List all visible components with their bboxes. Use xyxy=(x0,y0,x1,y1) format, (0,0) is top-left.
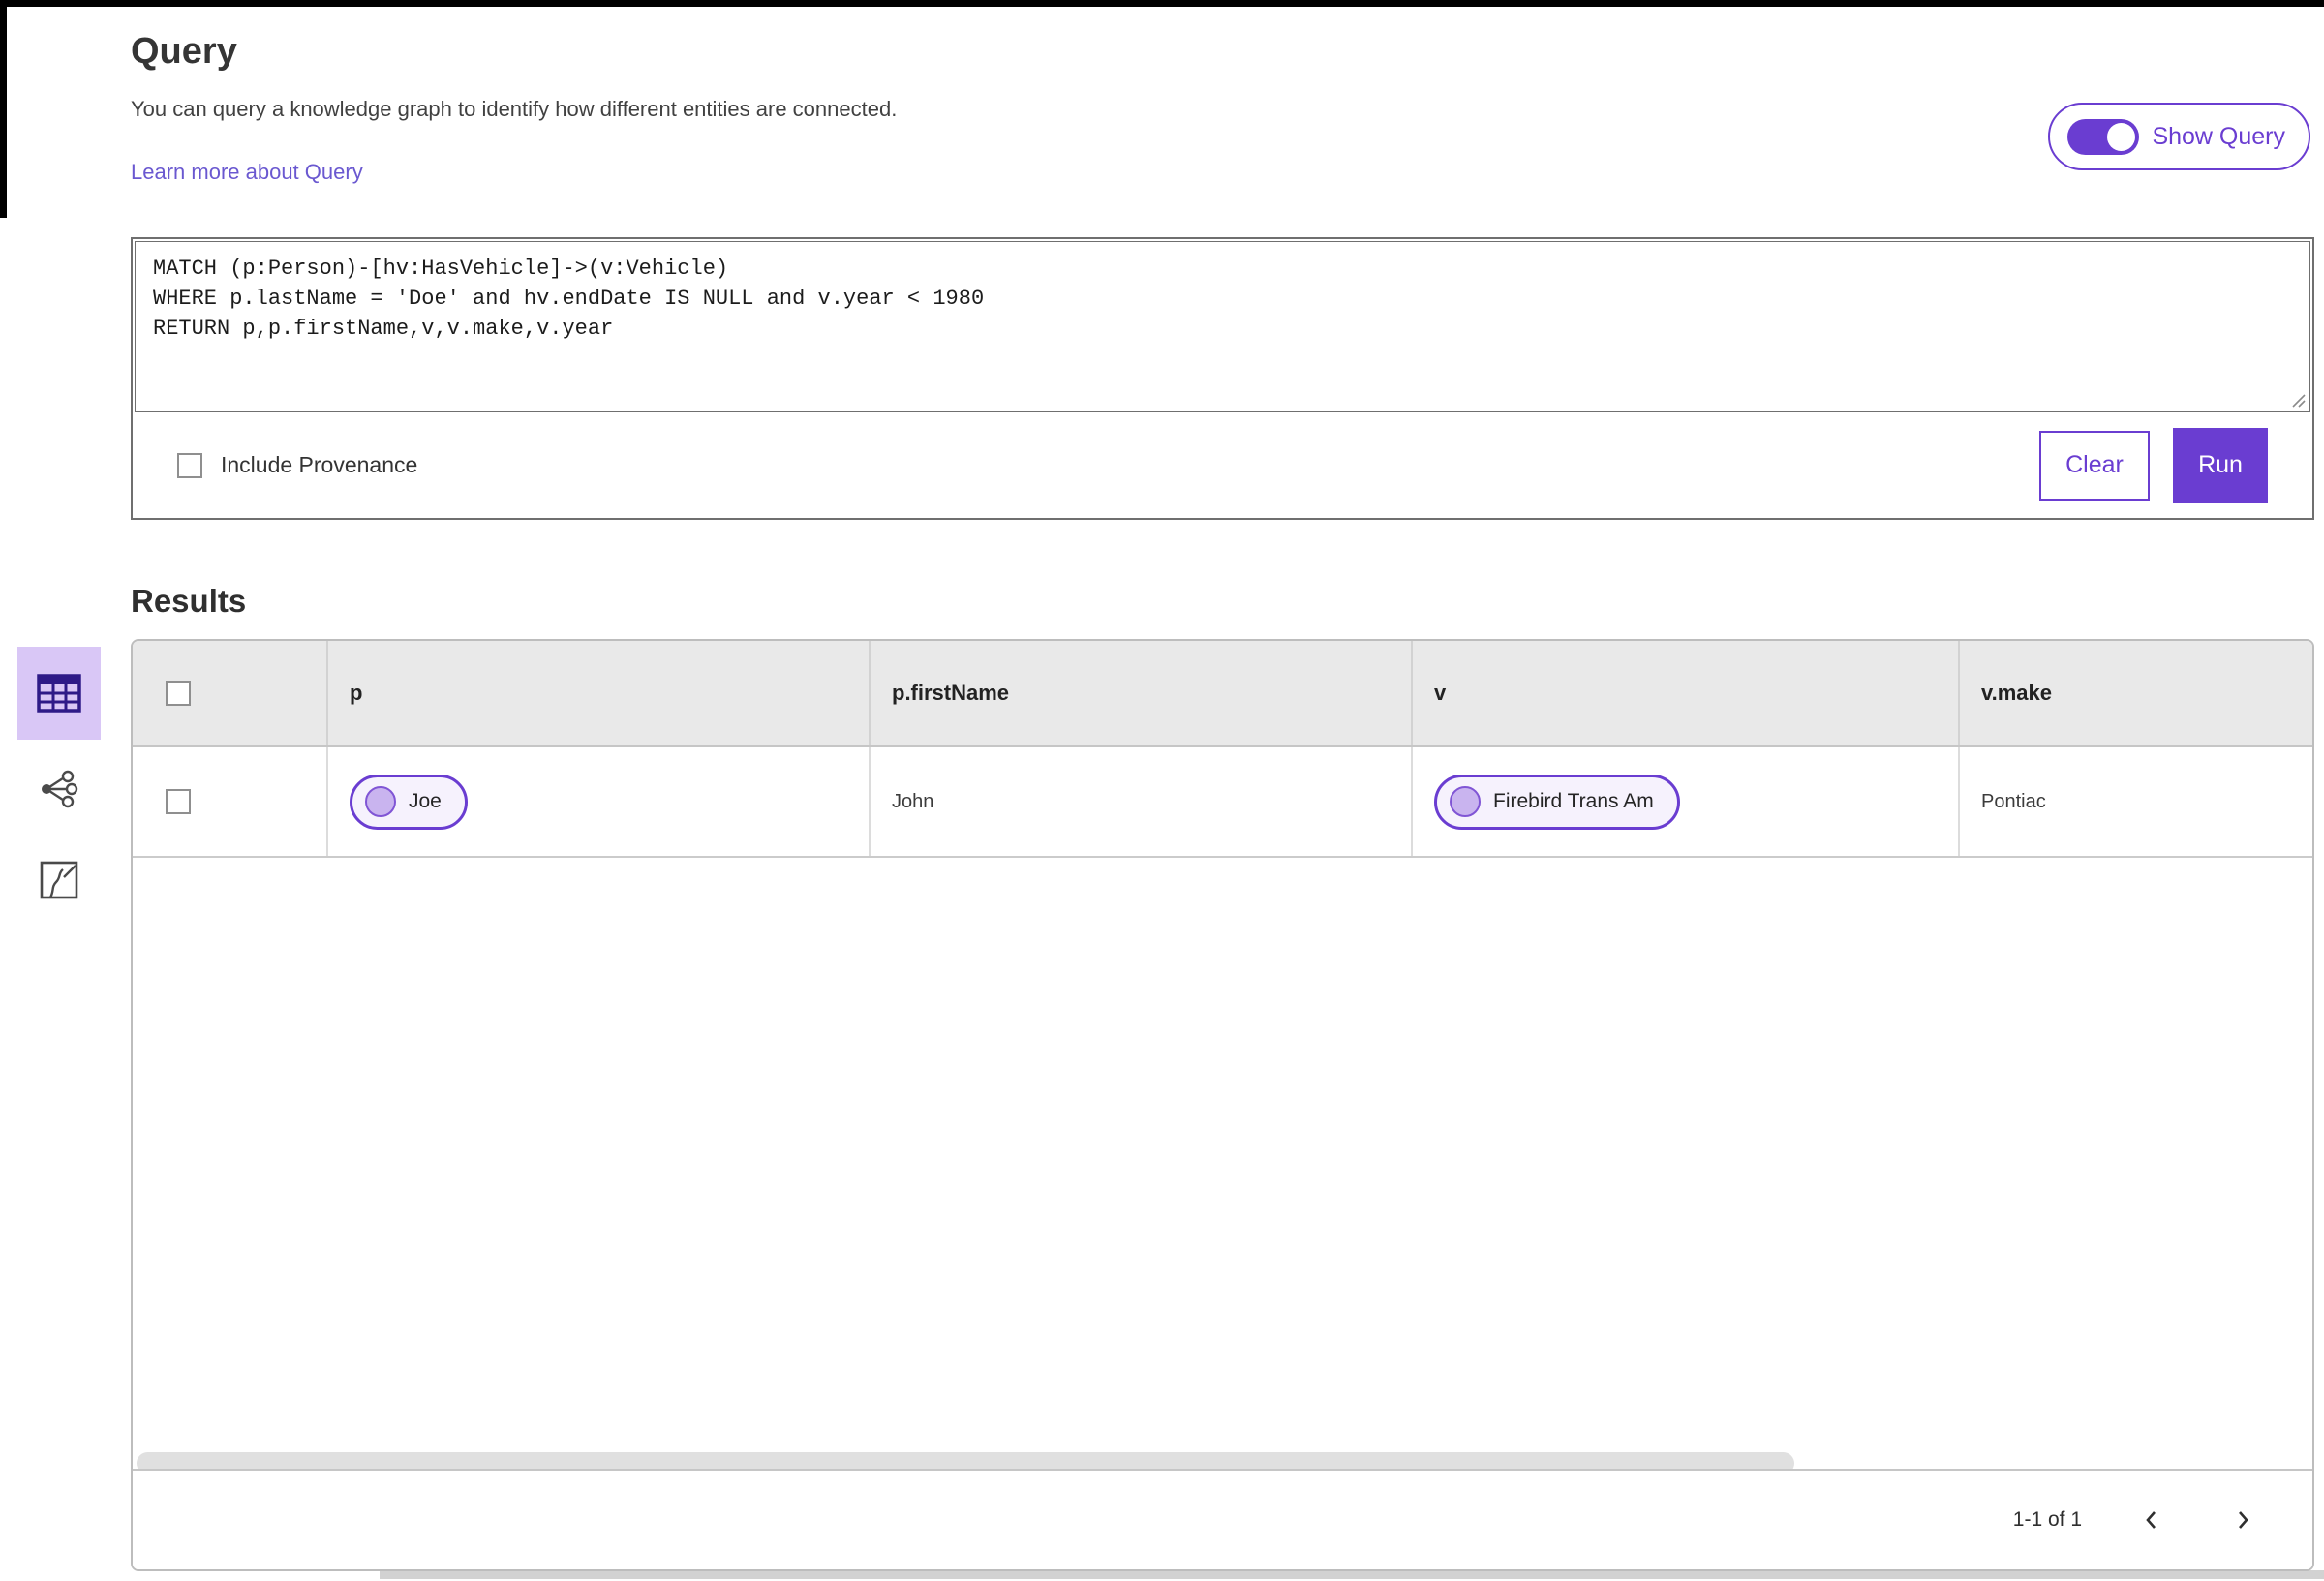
entity-node-icon xyxy=(365,786,396,817)
chevron-left-icon xyxy=(2146,1511,2156,1529)
column-header-v-make: v.make xyxy=(1958,641,2312,745)
table-icon xyxy=(37,674,81,713)
results-table-footer: 1-1 of 1 xyxy=(133,1469,2312,1569)
include-provenance-control: Include Provenance xyxy=(177,452,417,478)
query-panel: MATCH (p:Person)-[hv:HasVehicle]->(v:Veh… xyxy=(131,237,2314,520)
run-button[interactable]: Run xyxy=(2173,427,2268,503)
cell-v: Firebird Trans Am xyxy=(1411,747,1958,856)
column-header-p: p xyxy=(326,641,869,745)
toggle-switch-icon xyxy=(2067,118,2140,155)
query-panel-footer: Include Provenance Clear Run xyxy=(133,412,2312,518)
column-header-p-firstname: p.firstName xyxy=(869,641,1411,745)
pagination-range: 1-1 of 1 xyxy=(2012,1508,2082,1531)
screenshot-left-edge xyxy=(0,0,7,218)
page-title: Query xyxy=(131,31,237,73)
clear-button[interactable]: Clear xyxy=(2039,430,2150,501)
entity-chip-label: Joe xyxy=(409,790,442,812)
query-buttons: Clear Run xyxy=(2039,427,2268,503)
cell-p: Joe xyxy=(326,747,869,856)
previous-page-button[interactable] xyxy=(2130,1499,2173,1541)
screenshot-top-edge xyxy=(0,0,2324,7)
show-query-toggle[interactable]: Show Query xyxy=(2048,103,2310,170)
page-description: You can query a knowledge graph to ident… xyxy=(131,97,898,121)
results-heading: Results xyxy=(131,583,247,620)
table-row: Joe John Firebird Trans Am Pontiac xyxy=(133,747,2312,858)
select-all-checkbox[interactable] xyxy=(166,681,191,706)
entity-node-icon xyxy=(1450,786,1481,817)
next-page-button[interactable] xyxy=(2221,1499,2264,1541)
textarea-resize-handle-icon[interactable] xyxy=(2291,393,2307,409)
results-view-switcher xyxy=(17,647,101,914)
cell-p-firstname: John xyxy=(869,747,1411,856)
entity-chip-person[interactable]: Joe xyxy=(350,774,468,830)
query-code-input[interactable]: MATCH (p:Person)-[hv:HasVehicle]->(v:Veh… xyxy=(135,241,2310,412)
include-provenance-label: Include Provenance xyxy=(221,452,418,477)
show-query-toggle-label: Show Query xyxy=(2152,122,2285,150)
toggle-knob xyxy=(2107,122,2136,151)
column-header-v: v xyxy=(1411,641,1958,745)
map-icon xyxy=(40,861,78,899)
results-table: p p.firstName v v.make Joe John Firebird… xyxy=(131,639,2314,1571)
entity-chip-label: Firebird Trans Am xyxy=(1493,790,1654,812)
entity-chip-vehicle[interactable]: Firebird Trans Am xyxy=(1434,774,1680,830)
header-select-cell xyxy=(133,641,326,745)
cell-v-make: Pontiac xyxy=(1958,747,2312,856)
include-provenance-checkbox[interactable] xyxy=(177,452,202,478)
network-icon xyxy=(42,770,78,808)
graph-view-button[interactable] xyxy=(17,755,101,823)
chevron-right-icon xyxy=(2239,1511,2248,1529)
query-code-container: MATCH (p:Person)-[hv:HasVehicle]->(v:Veh… xyxy=(135,241,2310,412)
map-view-button[interactable] xyxy=(17,846,101,914)
table-view-button[interactable] xyxy=(17,647,101,740)
row-select-checkbox[interactable] xyxy=(166,789,191,814)
row-select-cell xyxy=(133,747,326,856)
results-table-header: p p.firstName v v.make xyxy=(133,641,2312,747)
learn-more-link[interactable]: Learn more about Query xyxy=(131,160,363,185)
query-page: Query You can query a knowledge graph to… xyxy=(131,7,2314,1575)
